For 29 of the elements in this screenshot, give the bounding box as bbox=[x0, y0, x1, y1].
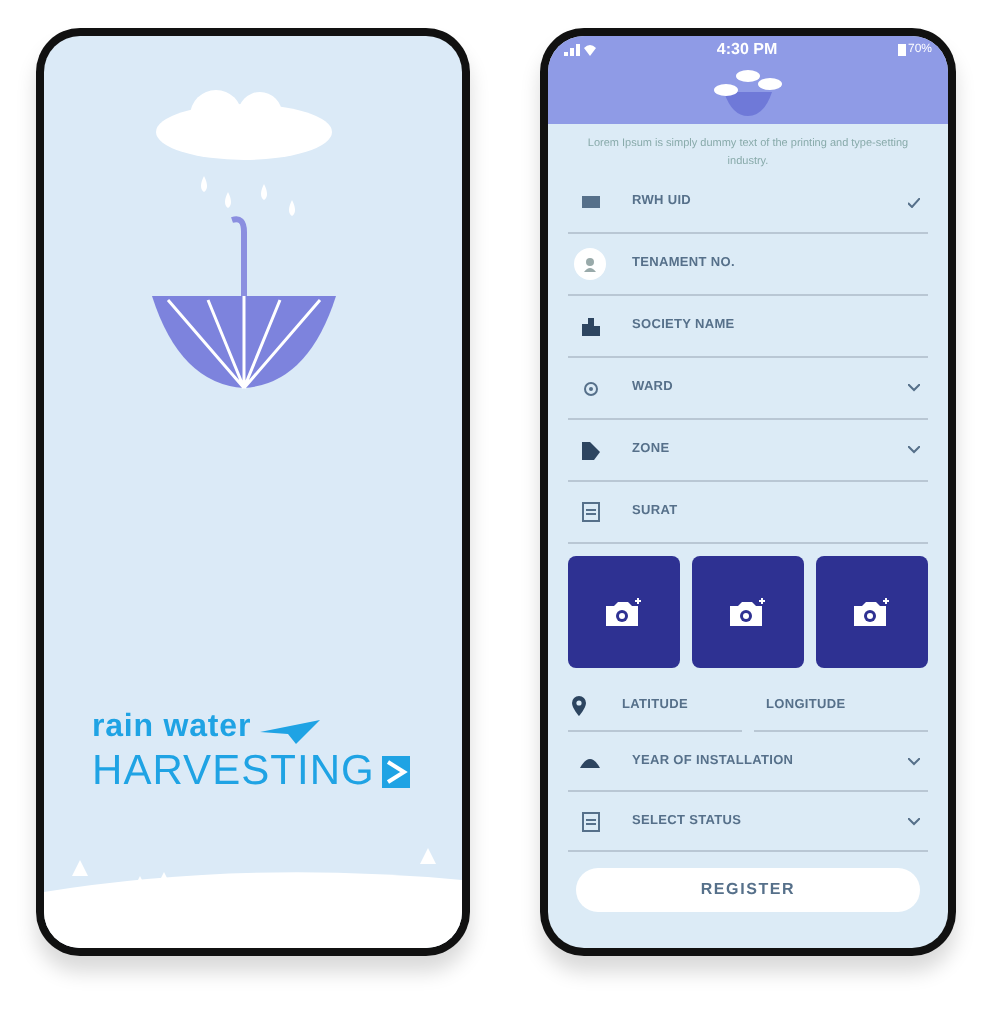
logo-tagline: rain water bbox=[92, 712, 252, 744]
register-button[interactable]: REGISTER bbox=[576, 868, 920, 912]
status-time: 4:30 PM bbox=[716, 38, 778, 62]
chevron-down-icon bbox=[908, 446, 920, 454]
chevron-down-icon bbox=[908, 384, 920, 392]
check-icon bbox=[908, 197, 920, 207]
add-photo-button[interactable] bbox=[816, 556, 928, 668]
battery-icon bbox=[897, 44, 906, 56]
logo-title: HARVESTING bbox=[92, 750, 375, 792]
dome-icon bbox=[580, 755, 600, 767]
clipboard-icon bbox=[581, 502, 599, 522]
play-arrow-icon bbox=[382, 755, 411, 787]
paper-plane-icon bbox=[259, 716, 320, 744]
chevron-down-icon bbox=[908, 757, 920, 765]
flag-icon bbox=[581, 441, 599, 459]
camera-plus-icon bbox=[606, 598, 642, 626]
add-photo-button[interactable] bbox=[568, 556, 680, 668]
location-pin-icon bbox=[572, 695, 586, 715]
umbrella-clouds-icon bbox=[712, 68, 784, 116]
camera-plus-icon bbox=[854, 598, 890, 626]
signal-icon bbox=[564, 44, 596, 56]
add-photo-button[interactable] bbox=[692, 556, 804, 668]
id-card-icon bbox=[581, 196, 599, 208]
target-icon bbox=[583, 381, 597, 395]
camera-plus-icon bbox=[730, 598, 766, 626]
person-avatar-icon bbox=[574, 248, 606, 280]
clipboard-icon bbox=[581, 811, 599, 831]
chevron-down-icon bbox=[908, 817, 920, 825]
buildings-icon bbox=[581, 317, 599, 335]
